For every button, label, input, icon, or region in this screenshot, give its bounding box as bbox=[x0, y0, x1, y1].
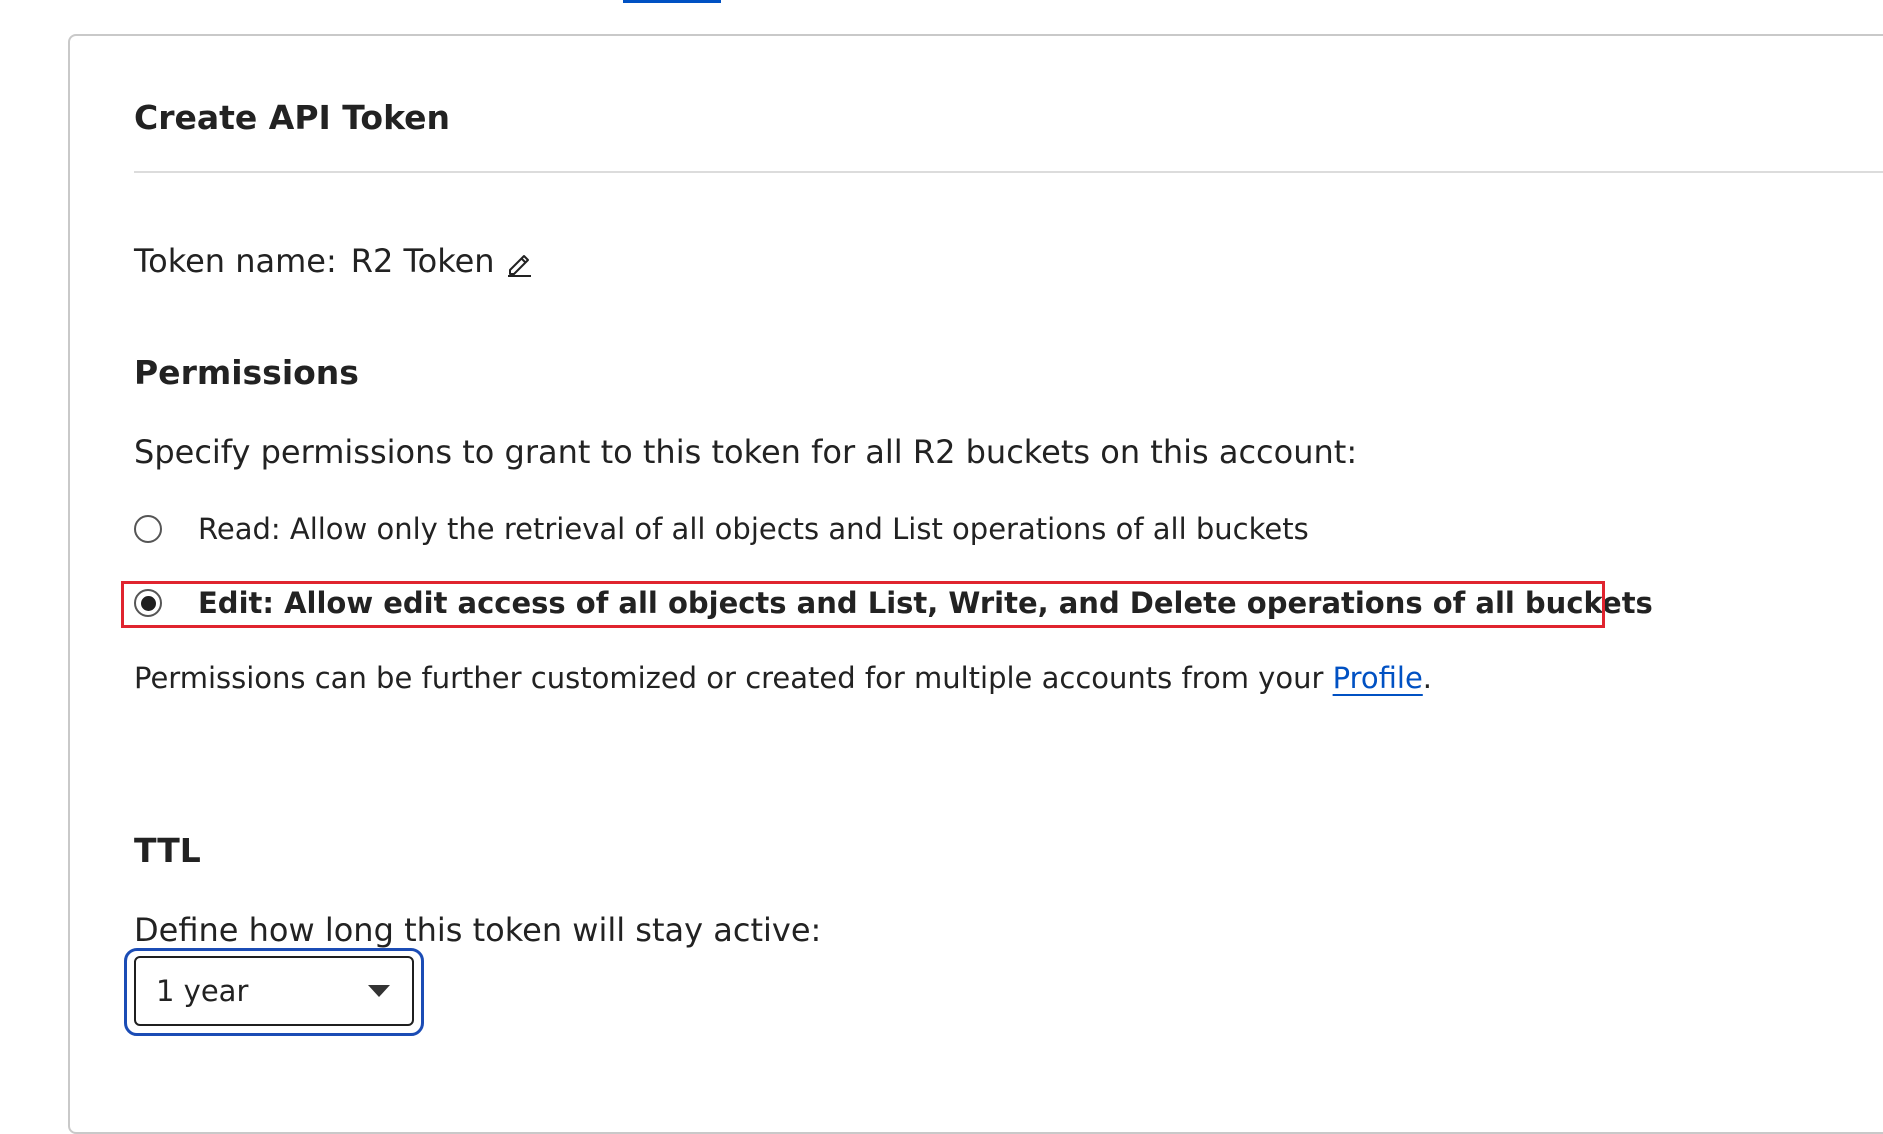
token-name-label: Token name: bbox=[134, 242, 337, 280]
chevron-down-icon bbox=[368, 985, 390, 997]
permissions-note: Permissions can be further customized or… bbox=[134, 661, 1432, 695]
ttl-select-value: 1 year bbox=[156, 974, 249, 1008]
radio-option-edit[interactable]: Edit: Allow edit access of all objects a… bbox=[134, 586, 1653, 620]
radio-label-read: Read: Allow only the retrieval of all ob… bbox=[198, 512, 1309, 546]
profile-link[interactable]: Profile bbox=[1333, 661, 1423, 695]
radio-label-edit: Edit: Allow edit access of all objects a… bbox=[198, 586, 1653, 620]
permissions-description: Specify permissions to grant to this tok… bbox=[134, 433, 1358, 471]
page-title: Create API Token bbox=[134, 98, 451, 137]
radio-option-read[interactable]: Read: Allow only the retrieval of all ob… bbox=[134, 512, 1309, 546]
title-divider bbox=[134, 171, 1883, 173]
radio-button-edit[interactable] bbox=[134, 589, 162, 617]
ttl-select[interactable]: 1 year bbox=[134, 956, 414, 1026]
token-name-row: Token name: R2 Token bbox=[134, 242, 533, 280]
permissions-note-suffix: . bbox=[1422, 661, 1432, 695]
active-tab-indicator bbox=[623, 0, 721, 3]
ttl-description: Define how long this token will stay act… bbox=[134, 911, 822, 949]
radio-button-read[interactable] bbox=[134, 515, 162, 543]
token-name-value: R2 Token bbox=[350, 242, 495, 280]
pencil-icon[interactable] bbox=[505, 247, 533, 277]
permissions-heading: Permissions bbox=[134, 353, 359, 392]
ttl-heading: TTL bbox=[134, 831, 201, 870]
radio-selected-dot bbox=[140, 595, 156, 611]
permissions-note-prefix: Permissions can be further customized or… bbox=[134, 661, 1333, 695]
